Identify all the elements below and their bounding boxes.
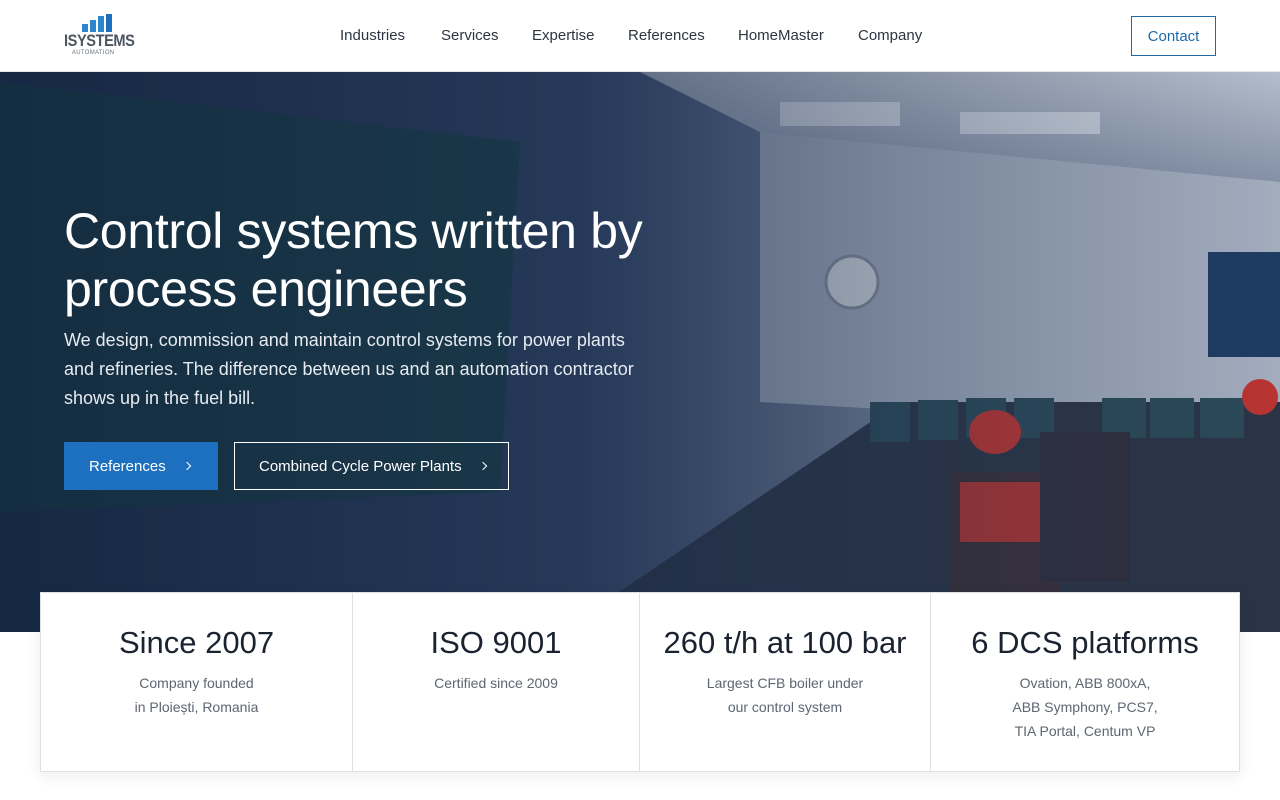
stat-card-iso: ISO 9001 Certified since 2009 (352, 593, 639, 771)
references-button[interactable]: References (64, 442, 218, 490)
hero-title: Control systems written by process engin… (64, 203, 643, 317)
stat-value: 6 DCS platforms (971, 625, 1199, 660)
stat-card-founded: Since 2007 Company founded in Ploiești, … (41, 593, 352, 771)
nav-item-references[interactable]: References (628, 27, 705, 44)
stat-value: Since 2007 (118, 625, 275, 660)
chevron-right-icon (478, 461, 487, 471)
stats-panel: Since 2007 Company founded in Ploiești, … (40, 592, 1240, 772)
nav-item-homemaster[interactable]: HomeMaster (738, 27, 824, 44)
stat-value: ISO 9001 (430, 625, 562, 660)
logo-tagline: AUTOMATION (72, 50, 115, 56)
logo-wordmark: ISYSTEMS (64, 31, 135, 50)
nav-item-expertise[interactable]: Expertise (532, 27, 595, 44)
nav-item-company[interactable]: Company (858, 27, 922, 44)
stat-card-dcs: 6 DCS platforms Ovation, ABB 800xA, ABB … (930, 593, 1239, 771)
stat-value: 260 t/h at 100 bar (663, 625, 907, 660)
stat-description: Certified since 2009 (434, 675, 558, 691)
combined-cycle-button-label: Combined Cycle Power Plants (259, 457, 462, 475)
references-button-label: References (89, 457, 166, 475)
chevron-right-icon (182, 461, 191, 471)
contact-button[interactable]: Contact (1131, 16, 1216, 56)
hero-lead-text: We design, commission and maintain contr… (64, 330, 634, 408)
stat-description: Largest CFB boiler under our control sys… (706, 675, 864, 715)
nav-item-industries[interactable]: Industries (340, 27, 405, 44)
stat-description: Ovation, ABB 800xA, ABB Symphony, PCS7, … (1012, 675, 1158, 739)
company-logo[interactable]: ISYSTEMS AUTOMATION (62, 14, 135, 58)
combined-cycle-button[interactable]: Combined Cycle Power Plants (234, 442, 509, 490)
hero-section: Control systems written by process engin… (0, 72, 1280, 632)
stat-description: Company founded in Ploiești, Romania (134, 675, 259, 715)
nav-item-services[interactable]: Services (441, 27, 499, 44)
bar-chart-logo-icon (82, 14, 112, 32)
stat-card-boiler: 260 t/h at 100 bar Largest CFB boiler un… (639, 593, 930, 771)
site-header: ISYSTEMS AUTOMATION Industries Services … (0, 0, 1280, 72)
